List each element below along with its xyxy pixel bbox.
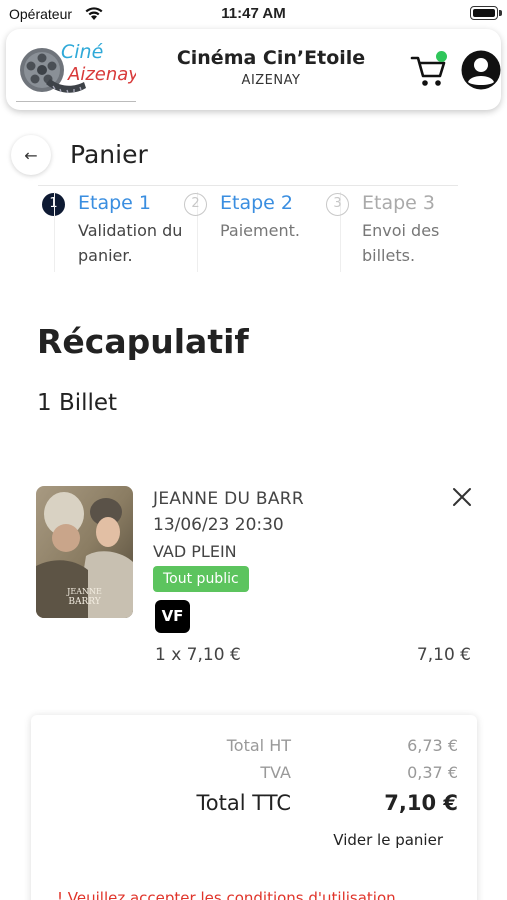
svg-text:BARRY: BARRY (68, 597, 101, 607)
total-ttc-value: 7,10 € (384, 791, 458, 815)
step-2-description: Paiement. (220, 221, 300, 240)
price-category: VAD PLEIN (153, 542, 237, 561)
total-ttc-label: Total TTC (196, 791, 291, 815)
movie-poster: JEANNE BARRY (36, 486, 133, 618)
page-title: Panier (70, 140, 148, 169)
step-2: 2 Etape 2 Paiement. (184, 190, 334, 272)
age-rating-badge: Tout public (153, 566, 249, 592)
step-3-number-icon: 3 (326, 193, 349, 216)
back-button[interactable]: ← (11, 135, 51, 175)
cart-indicator-dot (436, 51, 447, 62)
step-3: 3 Etape 3 Envoi des billets. (326, 190, 476, 272)
cinema-name: Cinéma Cin’Etoile (176, 47, 366, 69)
svg-text:JEANNE: JEANNE (66, 587, 102, 596)
status-bar: Opérateur 11:47 AM (0, 0, 507, 28)
total-ht-value: 6,73 € (407, 736, 458, 755)
step-2-number-icon: 2 (184, 193, 207, 216)
step-1-description: Validation du panier. (78, 221, 183, 265)
step-1: 1 Etape 1 Validation du panier. (42, 190, 192, 272)
step-divider-left (54, 192, 55, 272)
status-time: 11:47 AM (221, 5, 286, 22)
cinema-logo[interactable]: Ciné Aizenay (16, 34, 136, 102)
conditions-warning: ! Veuillez accepter les conditions d'uti… (57, 889, 396, 900)
ticket-count: 1 Billet (37, 390, 118, 416)
tva-label: TVA (260, 763, 291, 782)
quantity-price: 1 x 7,10 € (155, 645, 241, 665)
step-2-title: Etape 2 (220, 192, 293, 214)
empty-cart-button[interactable]: Vider le panier (333, 831, 443, 849)
tva-value: 0,37 € (407, 763, 458, 782)
remove-ticket-close-icon[interactable] (449, 484, 475, 510)
total-ht-label: Total HT (226, 736, 291, 755)
summary-title: Récapulatif (37, 322, 249, 361)
steps-divider (38, 185, 458, 186)
battery-icon (470, 6, 502, 20)
logo-divider (16, 101, 136, 102)
session-datetime: 13/06/23 20:30 (153, 515, 284, 535)
line-total: 7,10 € (416, 645, 471, 665)
movie-title: JEANNE DU BARR (153, 489, 305, 509)
svg-text:Aizenay: Aizenay (67, 64, 136, 85)
totals-card: Total HT 6,73 € TVA 0,37 € Total TTC 7,1… (31, 715, 477, 900)
step-3-title: Etape 3 (362, 192, 435, 214)
step-1-title: Etape 1 (78, 192, 151, 214)
account-icon[interactable] (461, 50, 501, 90)
back-arrow-icon: ← (24, 145, 38, 165)
version-badge: VF (155, 600, 190, 633)
svg-text:Ciné: Ciné (61, 41, 103, 63)
cinema-city: AIZENAY (241, 73, 301, 88)
step-3-description: Envoi des billets. (362, 221, 440, 265)
cinema-header: Ciné Aizenay Cinéma Cin’Etoile AIZENAY (6, 29, 501, 110)
